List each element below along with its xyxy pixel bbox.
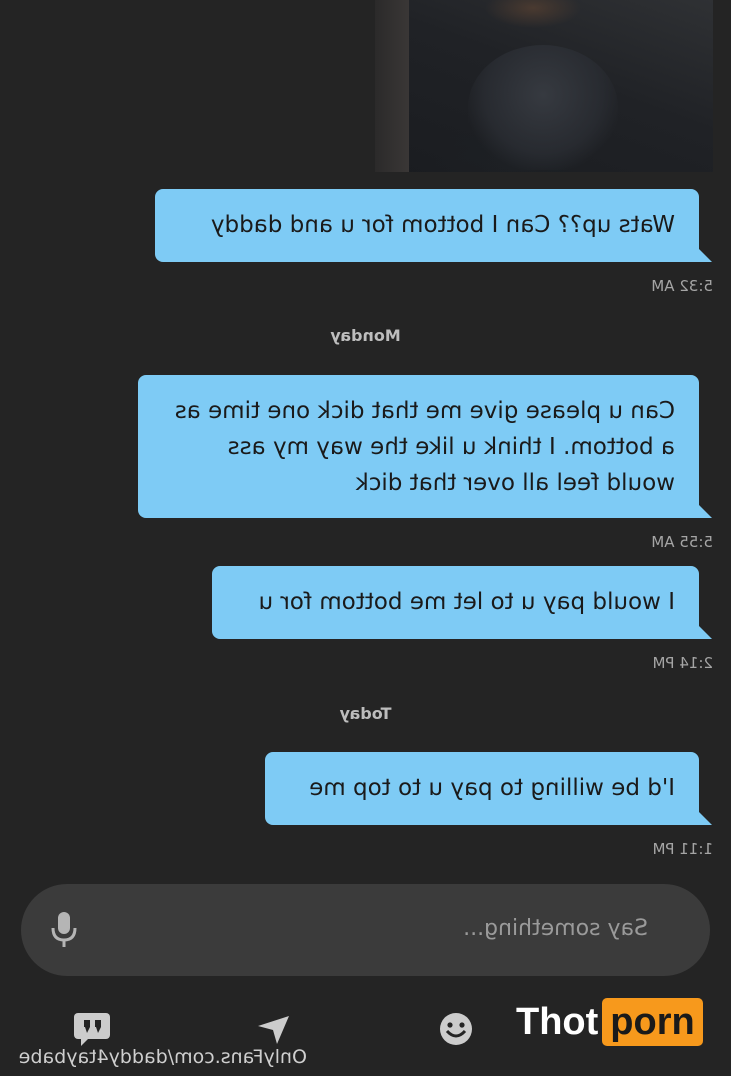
microphone-icon[interactable] <box>49 910 79 950</box>
message-bubble[interactable]: Can u please give me that dick one time … <box>138 375 699 518</box>
message-timestamp: 1:11 PM <box>652 840 713 858</box>
thotporn-logo: Thot porn <box>516 998 703 1046</box>
message-bubble[interactable]: Wats up?? Can I bottom for u and daddy <box>155 189 699 262</box>
watermark-url: OnlyFans.com/daddy4taybabe <box>18 1046 307 1068</box>
message-bubble[interactable]: I'd be willing to pay u to top me <box>265 752 699 825</box>
chat-screen: Wats up?? Can I bottom for u and daddy 5… <box>0 0 731 1076</box>
message-timestamp: 5:32 AM <box>651 277 713 295</box>
day-separator-monday: Monday <box>330 326 401 345</box>
message-timestamp: 5:55 AM <box>651 533 713 551</box>
day-separator-today: Today <box>339 704 392 723</box>
message-timestamp: 2:14 PM <box>652 654 713 672</box>
message-text: I'd be willing to pay u to top me <box>309 775 675 801</box>
emoji-icon[interactable] <box>439 1012 473 1046</box>
message-input[interactable]: Say something... <box>463 916 648 941</box>
quote-bubble-icon[interactable] <box>73 1012 111 1048</box>
shared-photo[interactable] <box>375 0 713 172</box>
logo-text-porn: porn <box>602 998 703 1046</box>
message-bubble[interactable]: I would pay u to let me bottom for u <box>212 566 699 639</box>
shirt-graphic <box>468 45 618 170</box>
message-text: Wats up?? Can I bottom for u and daddy <box>210 212 675 238</box>
logo-text-thot: Thot <box>516 1000 599 1043</box>
message-text: Can u please give me that dick one time … <box>174 398 675 496</box>
message-text: I would pay u to let me bottom for u <box>258 589 675 615</box>
photo-arm <box>375 0 409 172</box>
send-arrow-icon[interactable] <box>256 1012 292 1046</box>
message-composer[interactable]: Say something... <box>21 884 710 976</box>
